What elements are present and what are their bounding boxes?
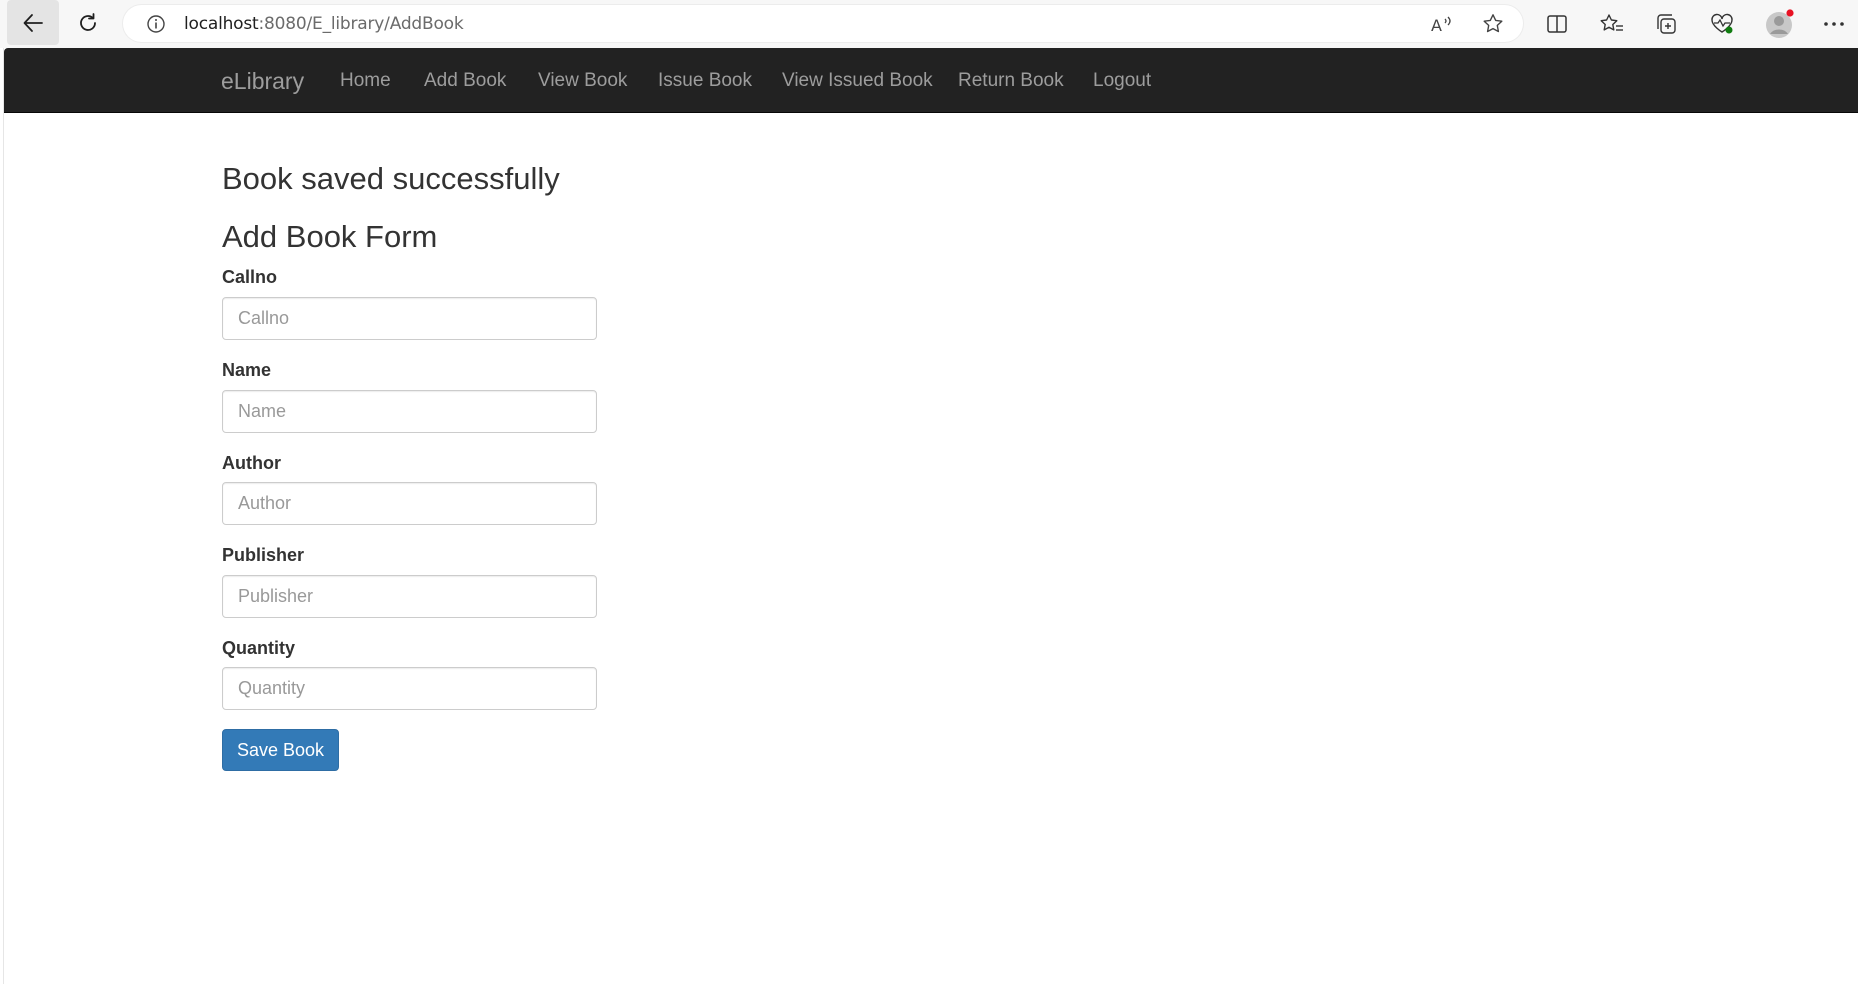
star-icon[interactable] [1480, 11, 1506, 37]
save-book-button[interactable]: Save Book [222, 729, 339, 771]
url-host: localhost [184, 14, 259, 34]
navbar-brand[interactable]: eLibrary [221, 68, 304, 95]
more-icon[interactable] [1819, 10, 1849, 38]
callno-input[interactable] [222, 297, 597, 340]
name-label: Name [222, 360, 272, 380]
browser-toolbar: localhost:8080/E_library/AddBook A [0, 0, 1858, 48]
name-input[interactable] [222, 390, 597, 433]
url-text[interactable]: localhost:8080/E_library/AddBook [184, 14, 464, 34]
callno-label: Callno [222, 267, 278, 287]
navbar: eLibrary Home Add Book View Book Issue B… [4, 48, 1858, 113]
publisher-label: Publisher [222, 545, 305, 565]
reload-button[interactable] [62, 0, 114, 45]
back-arrow-icon [23, 13, 43, 32]
author-input[interactable] [222, 482, 597, 525]
back-button[interactable] [7, 0, 59, 45]
address-bar[interactable]: localhost:8080/E_library/AddBook A [123, 5, 1523, 42]
nav-item-view-issued-book[interactable]: View Issued Book [782, 70, 933, 92]
quantity-input[interactable] [222, 667, 597, 710]
publisher-input[interactable] [222, 575, 597, 618]
split-screen-icon[interactable] [1542, 10, 1572, 38]
info-icon[interactable] [145, 13, 167, 35]
nav-item-logout[interactable]: Logout [1093, 70, 1151, 92]
nav-item-add-book[interactable]: Add Book [424, 70, 506, 92]
url-path: :8080/E_library/AddBook [258, 14, 464, 34]
nav-item-issue-book[interactable]: Issue Book [658, 70, 752, 92]
nav-item-view-book[interactable]: View Book [538, 70, 627, 92]
nav-item-home[interactable]: Home [340, 70, 391, 92]
heart-pulse-icon[interactable] [1707, 10, 1737, 38]
favorites-icon[interactable] [1597, 10, 1627, 38]
read-aloud-icon[interactable]: A [1429, 11, 1455, 37]
author-label: Author [222, 453, 281, 473]
nav-item-return-book[interactable]: Return Book [958, 70, 1064, 92]
reload-icon [80, 12, 96, 31]
form-title: Add Book Form [222, 219, 438, 254]
profile-avatar-icon[interactable] [1764, 8, 1796, 40]
collections-icon[interactable] [1652, 10, 1682, 38]
quantity-label: Quantity [222, 638, 296, 658]
page-viewport: eLibrary Home Add Book View Book Issue B… [3, 48, 1858, 984]
svg-text:A: A [1431, 16, 1442, 35]
success-message: Book saved successfully [222, 161, 560, 196]
